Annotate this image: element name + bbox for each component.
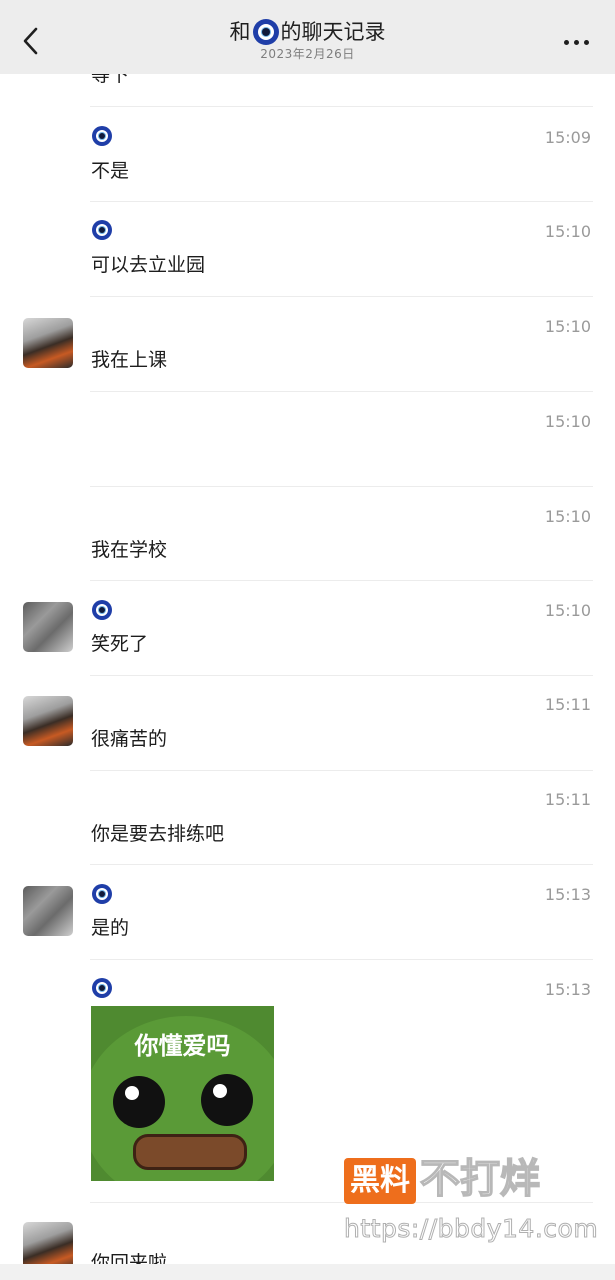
more-dots-icon[interactable] (564, 40, 589, 45)
nav-header: 和 的聊天记录 2023年2月26日 (0, 0, 615, 74)
divider (90, 296, 593, 297)
message-time: 15:13 (544, 980, 591, 999)
watermark-brand-box: 黑料 (344, 1158, 416, 1204)
message-time: 15:10 (544, 317, 591, 336)
message-text: 笑死了 (91, 633, 149, 655)
title-block: 和 的聊天记录 2023年2月26日 (0, 18, 615, 62)
divider (90, 106, 593, 107)
evil-eye-icon (92, 884, 112, 904)
sticker-image[interactable]: 你懂爱吗 (91, 1006, 274, 1181)
message-text: 不是 (91, 160, 130, 182)
evil-eye-icon (92, 220, 112, 240)
title-suffix: 的聊天记录 (280, 20, 386, 44)
message-time: 15:10 (544, 601, 591, 620)
sticker-eye (201, 1074, 253, 1126)
watermark-brand-text: 不打烊 (419, 1156, 541, 1202)
avatar[interactable] (23, 602, 73, 652)
message-time: 15:10 (544, 507, 591, 526)
evil-eye-icon (252, 19, 279, 45)
message-text: 我在学校 (91, 539, 168, 561)
watermark-logo: 黑料 不打烊 (344, 1156, 541, 1204)
message-time: 15:10 (544, 222, 591, 241)
sticker-eye (113, 1076, 165, 1128)
message-text: 很痛苦的 (91, 728, 168, 750)
message-time: 15:11 (544, 790, 591, 809)
divider (90, 675, 593, 676)
evil-eye-icon (92, 126, 112, 146)
sticker-caption: 你懂爱吗 (134, 1032, 231, 1060)
avatar[interactable] (23, 696, 73, 746)
chat-history-list[interactable]: 等下 15:09 不是 15:10 可以去立业园 15:10 我在上课 15:1… (0, 64, 615, 1280)
message-time: 15:09 (544, 128, 591, 147)
title-prefix: 和 (229, 20, 251, 44)
message-text: 我在上课 (91, 349, 168, 371)
evil-eye-icon (92, 978, 112, 998)
message-text: 可以去立业园 (91, 254, 206, 276)
page-title: 和 的聊天记录 (0, 18, 615, 46)
message-text: 是的 (91, 917, 130, 939)
message-time: 15:10 (544, 412, 591, 431)
avatar[interactable] (23, 318, 73, 368)
evil-eye-icon (92, 600, 112, 620)
bottom-bar (0, 1264, 615, 1280)
divider (90, 486, 593, 487)
message-text: 你是要去排练吧 (91, 823, 225, 845)
sticker-mouth (133, 1134, 247, 1170)
divider (90, 391, 593, 392)
message-time: 15:13 (544, 885, 591, 904)
divider (90, 580, 593, 581)
watermark-url: https://bbdy14.com (343, 1214, 599, 1244)
divider (90, 959, 593, 960)
divider (90, 201, 593, 202)
divider (90, 864, 593, 865)
divider (90, 770, 593, 771)
message-time: 15:11 (544, 695, 591, 714)
chat-date: 2023年2月26日 (260, 47, 355, 61)
avatar[interactable] (23, 886, 73, 936)
